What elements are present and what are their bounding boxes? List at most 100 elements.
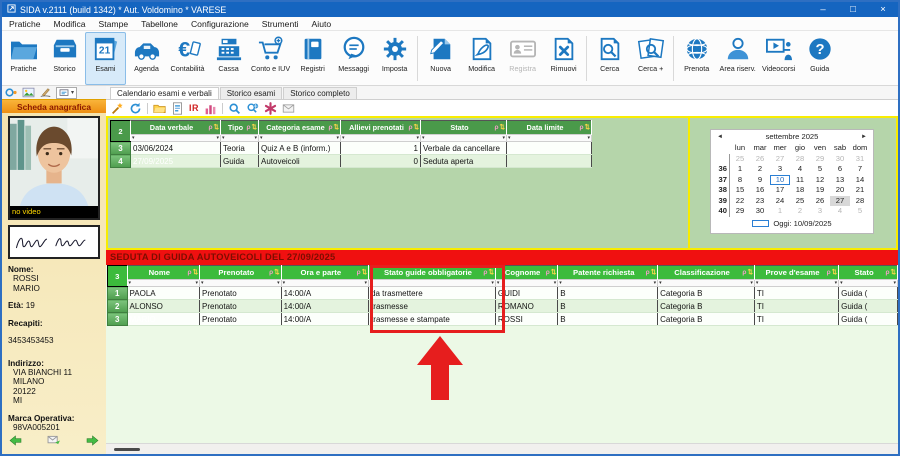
- row-number[interactable]: 2: [108, 300, 128, 313]
- row-number[interactable]: 4: [111, 155, 131, 168]
- webcam-icon[interactable]: [5, 87, 18, 99]
- corner-cell[interactable]: 3: [108, 266, 128, 287]
- calendar-day[interactable]: 31: [850, 154, 870, 165]
- minimize-button[interactable]: –: [808, 2, 838, 17]
- column-header-stato[interactable]: Statoρ⇅: [421, 121, 507, 135]
- open-folder-icon[interactable]: [153, 101, 166, 115]
- column-filter-cell[interactable]: ▾▾: [558, 280, 658, 287]
- menu-item-stampe[interactable]: Stampe: [99, 19, 129, 29]
- calendar-day[interactable]: 28: [790, 154, 810, 165]
- table-cell[interactable]: 14:00/A: [281, 300, 368, 313]
- table-cell[interactable]: 14:00/A: [281, 287, 368, 300]
- corner-cell[interactable]: 2: [111, 121, 131, 142]
- table-cell[interactable]: Guida (: [839, 313, 898, 326]
- calendar-day-today[interactable]: 10: [770, 175, 790, 186]
- calendar-day[interactable]: 9: [750, 175, 770, 186]
- calendar-day[interactable]: 3: [810, 206, 830, 217]
- table-cell[interactable]: MARIO: [127, 313, 199, 326]
- column-header-patente-richiesta[interactable]: Patente richiestaρ⇅: [558, 266, 658, 280]
- tab-storico-completo[interactable]: Storico completo: [283, 87, 357, 99]
- table-cell[interactable]: Guida (: [839, 300, 898, 313]
- column-filter-cell[interactable]: ▾▾: [369, 280, 496, 287]
- toolbar-button-cart[interactable]: Conto e IUV: [249, 32, 292, 85]
- menu-item-modifica[interactable]: Modifica: [54, 19, 86, 29]
- picture-icon[interactable]: [22, 87, 35, 99]
- column-header-stato-guide-obbligatorie[interactable]: Stato guide obbligatorieρ⇅: [369, 266, 496, 280]
- table-cell[interactable]: TI: [754, 287, 838, 300]
- column-header-ora-e-parte[interactable]: Ora e parteρ⇅: [281, 266, 368, 280]
- table-cell[interactable]: GUIDI: [495, 287, 557, 300]
- table-cell[interactable]: Categoria B: [658, 300, 755, 313]
- chart-icon[interactable]: [204, 101, 217, 115]
- calendar-day[interactable]: 16: [750, 185, 770, 196]
- previous-record-button[interactable]: [9, 433, 22, 451]
- table-cell[interactable]: Prenotato: [200, 313, 282, 326]
- menu-item-tabellone[interactable]: Tabellone: [141, 19, 178, 29]
- table-cell[interactable]: ROMANO: [495, 300, 557, 313]
- row-number[interactable]: 1: [108, 287, 128, 300]
- calendar-day[interactable]: 6: [830, 164, 850, 175]
- search-icon[interactable]: [228, 101, 241, 115]
- toolbar-button-id-card[interactable]: Registra: [502, 32, 543, 85]
- calendar-day[interactable]: 19: [810, 185, 830, 196]
- calendar-day[interactable]: 17: [770, 185, 790, 196]
- calendar-day[interactable]: 5: [810, 164, 830, 175]
- calendar-day[interactable]: 21: [850, 185, 870, 196]
- column-filter-cell[interactable]: ▾▾: [839, 280, 898, 287]
- calendar-day[interactable]: 7: [850, 164, 870, 175]
- table-cell[interactable]: trasmesse e stampate: [369, 313, 496, 326]
- send-mail-icon[interactable]: [47, 433, 61, 451]
- toolbar-button-chat[interactable]: Messaggi: [333, 32, 374, 85]
- maximize-button[interactable]: □: [838, 2, 868, 17]
- calendar-day-selected[interactable]: 27: [830, 196, 850, 207]
- column-filter-cell[interactable]: ▾▾: [221, 135, 259, 142]
- column-filter-cell[interactable]: ▾▾: [131, 135, 221, 142]
- toolbar-button-gear[interactable]: Imposta: [374, 32, 415, 85]
- mail-icon[interactable]: [282, 101, 295, 115]
- table-cell[interactable]: TI: [754, 300, 838, 313]
- calendar-day[interactable]: 1: [770, 206, 790, 217]
- menu-item-aiuto[interactable]: Aiuto: [312, 19, 332, 29]
- calendar-day[interactable]: 29: [810, 154, 830, 165]
- calendar-day[interactable]: 8: [730, 175, 750, 186]
- calendar-day[interactable]: 22: [730, 196, 750, 207]
- table-cell[interactable]: Categoria B: [658, 287, 755, 300]
- calendar-day[interactable]: 13: [830, 175, 850, 186]
- column-filter-cell[interactable]: ▾▾: [341, 135, 421, 142]
- calendar-day[interactable]: 25: [790, 196, 810, 207]
- column-header-tipo[interactable]: Tipoρ⇅: [221, 121, 259, 135]
- calendar-day[interactable]: 5: [850, 206, 870, 217]
- calendar-day[interactable]: 29: [730, 206, 750, 217]
- calendar-day[interactable]: 30: [830, 154, 850, 165]
- toolbar-button-search-plus[interactable]: Cerca +: [630, 32, 671, 85]
- column-filter-cell[interactable]: ▾▾: [259, 135, 341, 142]
- calendar-next-button[interactable]: ►: [861, 134, 867, 140]
- calendar-day[interactable]: 4: [830, 206, 850, 217]
- toolbar-button-edit-doc[interactable]: Modifica: [461, 32, 502, 85]
- column-header-data-limite[interactable]: Data limiteρ⇅: [507, 121, 592, 135]
- report-icon[interactable]: [171, 101, 184, 115]
- table-cell[interactable]: Guida (: [839, 287, 898, 300]
- table-cell[interactable]: 27/09/2025: [131, 155, 221, 168]
- table-cell[interactable]: ROSSI: [495, 313, 557, 326]
- toolbar-button-globe[interactable]: Prenota: [676, 32, 717, 85]
- calendar-day[interactable]: 14: [850, 175, 870, 186]
- table-cell[interactable]: B: [558, 300, 658, 313]
- search-web-icon[interactable]: [246, 101, 259, 115]
- toolbar-button-archive[interactable]: Storico: [44, 32, 85, 85]
- tab-calendario-esami-e-verbali[interactable]: Calendario esami e verbali: [110, 87, 219, 99]
- next-record-button[interactable]: [86, 433, 99, 451]
- column-filter-cell[interactable]: ▾▾: [507, 135, 592, 142]
- table-cell[interactable]: Teoria: [221, 142, 259, 155]
- column-filter-cell[interactable]: ▾▾: [754, 280, 838, 287]
- table-cell[interactable]: Guida: [221, 155, 259, 168]
- table-cell[interactable]: B: [558, 313, 658, 326]
- calendar-day[interactable]: 24: [770, 196, 790, 207]
- column-header-prove-d-esame[interactable]: Prove d'esameρ⇅: [754, 266, 838, 280]
- calendar-day[interactable]: 11: [790, 175, 810, 186]
- table-cell[interactable]: Quiz A e B (inform.): [259, 142, 341, 155]
- calendar-day[interactable]: 18: [790, 185, 810, 196]
- table-cell[interactable]: Prenotato: [200, 300, 282, 313]
- calendar-day[interactable]: 1: [730, 164, 750, 175]
- table-cell[interactable]: Autoveicoli: [259, 155, 341, 168]
